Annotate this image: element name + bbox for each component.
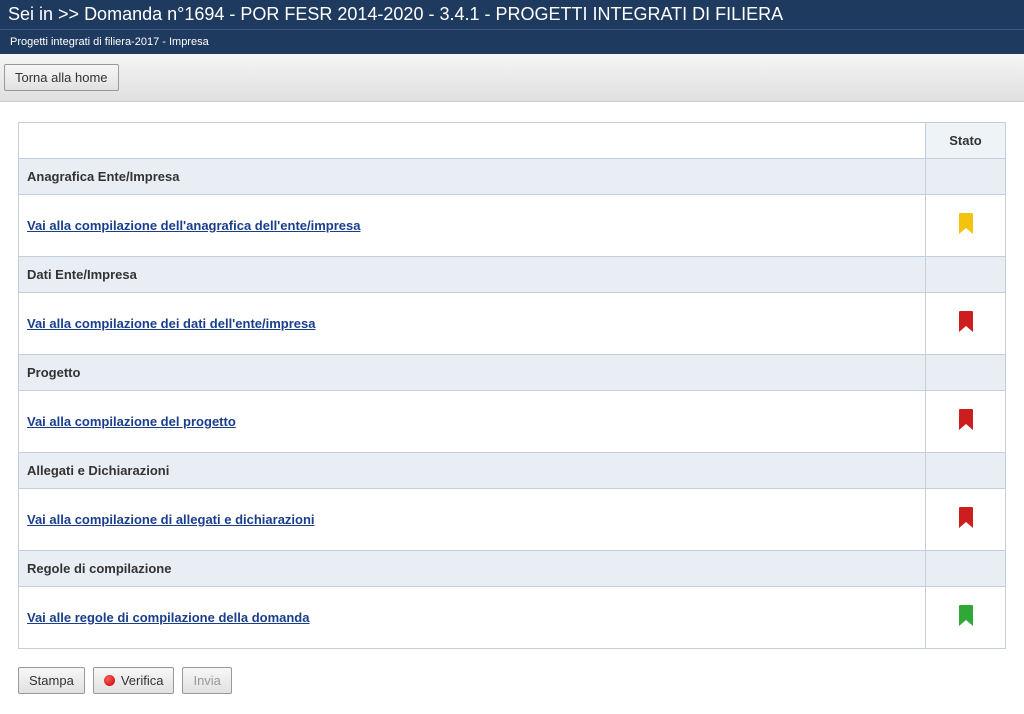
link-row: Vai alla compilazione dei dati dell'ente…	[19, 293, 1006, 355]
link-cell: Vai alla compilazione del progetto	[19, 391, 926, 453]
section-title: Allegati e Dichiarazioni	[19, 453, 926, 489]
link-cell: Vai alla compilazione dell'anagrafica de…	[19, 195, 926, 257]
page-header: Sei in >> Domanda n°1694 - POR FESR 2014…	[0, 0, 1024, 29]
sub-header: Progetti integrati di filiera-2017 - Imp…	[0, 29, 1024, 54]
col-header-empty	[19, 123, 926, 159]
status-cell	[926, 195, 1006, 257]
link-row: Vai alla compilazione di allegati e dich…	[19, 489, 1006, 551]
section-title: Dati Ente/Impresa	[19, 257, 926, 293]
section-row: Dati Ente/Impresa	[19, 257, 1006, 293]
status-cell	[926, 587, 1006, 649]
bookmark-icon	[958, 507, 974, 529]
section-row: Anagrafica Ente/Impresa	[19, 159, 1006, 195]
col-header-status: Stato	[926, 123, 1006, 159]
bookmark-icon	[958, 605, 974, 627]
section-status-empty	[926, 159, 1006, 195]
section-title: Progetto	[19, 355, 926, 391]
link-row: Vai alla compilazione del progetto	[19, 391, 1006, 453]
section-status-empty	[926, 551, 1006, 587]
bookmark-icon	[958, 409, 974, 431]
verifica-label: Verifica	[121, 673, 164, 688]
section-row: Progetto	[19, 355, 1006, 391]
bookmark-icon	[958, 213, 974, 235]
section-row: Regole di compilazione	[19, 551, 1006, 587]
link-row: Vai alla compilazione dell'anagrafica de…	[19, 195, 1006, 257]
bookmark-icon	[958, 311, 974, 333]
status-cell	[926, 391, 1006, 453]
home-button-label: Torna alla home	[15, 70, 108, 85]
sections-table: Stato Anagrafica Ente/Impresa Vai alla co…	[18, 122, 1006, 649]
stampa-label: Stampa	[29, 673, 74, 688]
section-status-empty	[926, 453, 1006, 489]
section-link[interactable]: Vai alla compilazione dell'anagrafica de…	[27, 218, 360, 233]
invia-button[interactable]: Invia	[182, 667, 231, 694]
link-cell: Vai alla compilazione di allegati e dich…	[19, 489, 926, 551]
verifica-button[interactable]: Verifica	[93, 667, 175, 694]
home-button[interactable]: Torna alla home	[4, 64, 119, 91]
link-cell: Vai alle regole di compilazione della do…	[19, 587, 926, 649]
status-cell	[926, 293, 1006, 355]
page-title: Domanda n°1694 - POR FESR 2014-2020 - 3.…	[84, 4, 783, 24]
section-link[interactable]: Vai alla compilazione dei dati dell'ente…	[27, 316, 315, 331]
section-status-empty	[926, 355, 1006, 391]
toolbar: Torna alla home	[0, 54, 1024, 102]
section-link[interactable]: Vai alla compilazione di allegati e dich…	[27, 512, 315, 527]
section-title: Anagrafica Ente/Impresa	[19, 159, 926, 195]
main-content: Stato Anagrafica Ente/Impresa Vai alla co…	[0, 102, 1024, 659]
link-cell: Vai alla compilazione dei dati dell'ente…	[19, 293, 926, 355]
stampa-button[interactable]: Stampa	[18, 667, 85, 694]
section-row: Allegati e Dichiarazioni	[19, 453, 1006, 489]
footer-buttons: Stampa Verifica Invia	[0, 659, 1024, 714]
status-cell	[926, 489, 1006, 551]
invia-label: Invia	[193, 673, 220, 688]
breadcrumb-prefix: Sei in >>	[8, 4, 84, 24]
section-link[interactable]: Vai alle regole di compilazione della do…	[27, 610, 309, 625]
section-link[interactable]: Vai alla compilazione del progetto	[27, 414, 236, 429]
table-header-row: Stato	[19, 123, 1006, 159]
red-dot-icon	[104, 675, 115, 686]
sub-header-text: Progetti integrati di filiera-2017 - Imp…	[0, 30, 1024, 54]
section-title: Regole di compilazione	[19, 551, 926, 587]
link-row: Vai alle regole di compilazione della do…	[19, 587, 1006, 649]
section-status-empty	[926, 257, 1006, 293]
